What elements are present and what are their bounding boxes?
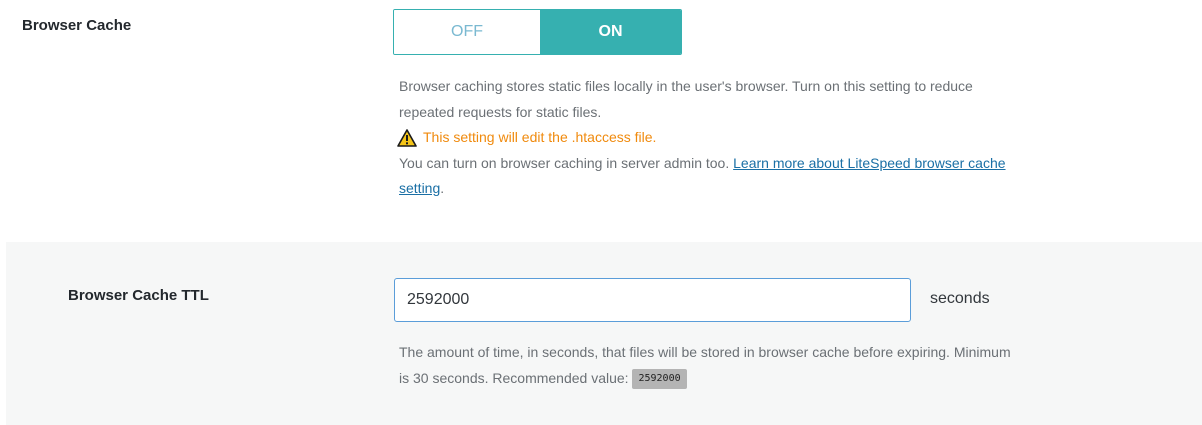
ttl-description-line-2: is 30 seconds. Recommended value: 259200… xyxy=(399,365,1189,391)
warning-triangle-icon xyxy=(397,128,417,147)
browser-cache-description: Browser caching stores static files loca… xyxy=(397,74,1189,202)
server-admin-note-cont: setting. xyxy=(399,176,1189,202)
toggle-on-option[interactable]: ON xyxy=(540,10,681,54)
browser-cache-label: Browser Cache xyxy=(22,17,132,34)
note-suffix: . xyxy=(440,180,445,196)
browser-cache-toggle[interactable]: OFF ON xyxy=(393,9,682,55)
learn-more-link-cont[interactable]: setting xyxy=(399,180,440,196)
recommended-value-code[interactable]: 2592000 xyxy=(632,369,687,390)
link-text-1[interactable]: Learn more about LiteSpeed browser cache xyxy=(733,155,1005,171)
ttl-unit-label: seconds xyxy=(930,290,990,307)
browser-cache-ttl-row: Browser Cache TTL seconds The amount of … xyxy=(6,242,1202,425)
warning-text: This setting will edit the .htaccess fil… xyxy=(423,129,657,145)
ttl-description: The amount of time, in seconds, that fil… xyxy=(399,339,1189,391)
browser-cache-ttl-input[interactable] xyxy=(394,278,911,322)
learn-more-link[interactable]: Learn more about LiteSpeed browser cache xyxy=(733,155,1005,171)
note-prefix: You can turn on browser caching in serve… xyxy=(399,154,730,171)
description-line-2: repeated requests for static files. xyxy=(399,103,602,120)
browser-cache-ttl-label: Browser Cache TTL xyxy=(68,287,209,304)
ttl-description-line-1: The amount of time, in seconds, that fil… xyxy=(399,344,1011,360)
toggle-off-option[interactable]: OFF xyxy=(394,10,540,54)
link-text-2[interactable]: setting xyxy=(399,180,440,196)
htaccess-warning: This setting will edit the .htaccess fil… xyxy=(397,125,1189,151)
ttl-recommend-prefix: is 30 seconds. Recommended value: xyxy=(399,370,629,386)
browser-cache-row: Browser Cache OFF ON Browser caching sto… xyxy=(0,0,1202,240)
description-line-1: Browser caching stores static files loca… xyxy=(399,78,973,94)
server-admin-note: You can turn on browser caching in serve… xyxy=(399,151,1189,177)
